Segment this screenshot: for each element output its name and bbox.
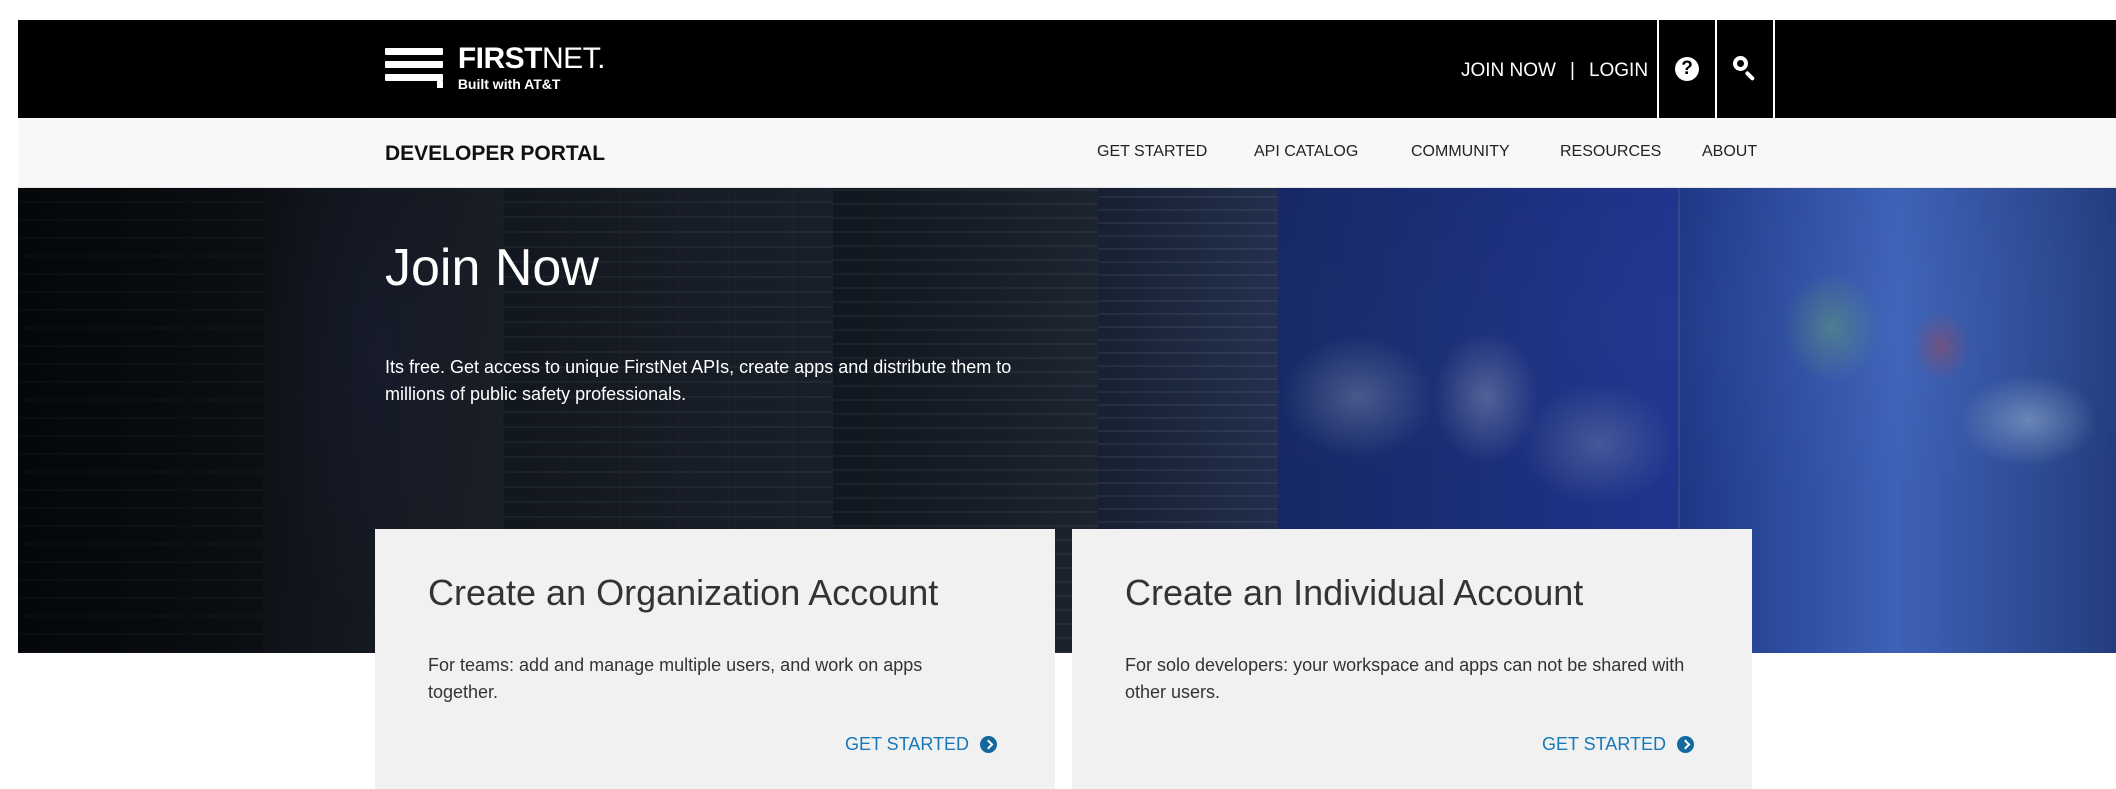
individual-card-description: For solo developers: your workspace and … <box>1125 655 1685 702</box>
individual-get-started-label: GET STARTED <box>1541 734 1666 754</box>
organization-card-title: Create an Organization Account <box>428 572 939 613</box>
nav-get-started[interactable]: GET STARTED <box>1097 140 1207 164</box>
firstnet-logo-mark-icon <box>385 45 444 91</box>
help-circle-icon: ? <box>1675 57 1699 81</box>
join-now-link[interactable]: JOIN NOW <box>1461 60 1556 82</box>
account-links: JOIN NOW | LOGIN <box>1461 58 1648 84</box>
logo-secondary-text: NET. <box>541 42 606 75</box>
individual-get-started-link[interactable]: GET STARTED <box>1542 732 1694 756</box>
login-link[interactable]: LOGIN <box>1589 60 1648 82</box>
organization-get-started-label: GET STARTED <box>844 734 969 754</box>
organization-card-description: For teams: add and manage multiple users… <box>428 655 923 702</box>
chevron-right-circle-icon <box>980 735 997 753</box>
logo-text: FIRSTNET. Built with AT&T <box>457 42 606 92</box>
search-icon <box>1731 55 1759 83</box>
hero-description: Its free. Get access to unique FirstNet … <box>385 357 1012 404</box>
join-now-page: FIRSTNET. Built with AT&T JOIN NOW | LOG… <box>0 0 2116 789</box>
nav-community[interactable]: COMMUNITY <box>1411 140 1510 164</box>
developer-portal-title[interactable]: DEVELOPER PORTAL <box>385 142 605 166</box>
logo-subtitle: Built with AT&T <box>457 76 561 92</box>
nav-resources[interactable]: RESOURCES <box>1560 140 1661 164</box>
organization-account-card: Create an Organization Account For teams… <box>375 529 1055 789</box>
logo-primary-text: FIRST <box>457 42 543 75</box>
search-button[interactable] <box>1715 20 1775 118</box>
top-header: FIRSTNET. Built with AT&T JOIN NOW | LOG… <box>18 20 2116 118</box>
help-button[interactable]: ? <box>1657 20 1715 118</box>
logo-wordmark: FIRSTNET. <box>457 42 606 75</box>
organization-get-started-link[interactable]: GET STARTED <box>845 732 997 756</box>
individual-account-card: Create an Individual Account For solo de… <box>1072 529 1752 789</box>
developer-portal-navigation: DEVELOPER PORTAL GET STARTED API CATALOG… <box>18 118 2116 188</box>
firstnet-logo[interactable]: FIRSTNET. Built with AT&T <box>385 42 606 94</box>
join-now-hero: Join Now Its free. Get access to unique … <box>18 188 2116 653</box>
header-link-separator: | <box>1570 60 1575 81</box>
nav-about[interactable]: ABOUT <box>1702 140 1757 164</box>
individual-card-title: Create an Individual Account <box>1125 572 1584 613</box>
hero-overlay <box>18 188 2116 653</box>
nav-api-catalog[interactable]: API CATALOG <box>1254 140 1358 164</box>
chevron-right-circle-icon <box>1677 735 1694 753</box>
hero-title: Join Now <box>385 239 599 297</box>
